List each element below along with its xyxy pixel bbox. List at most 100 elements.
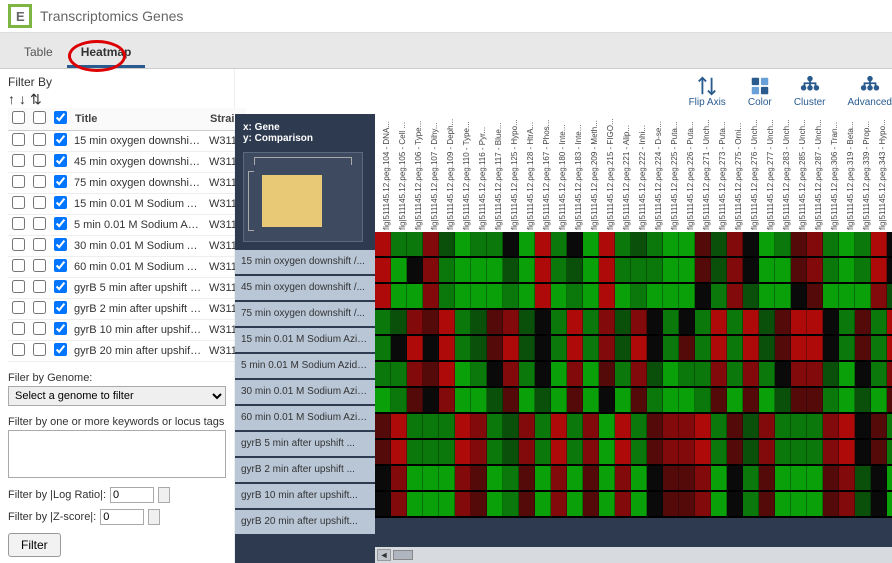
heatmap-cell[interactable] [647, 310, 663, 334]
heatmap-cell[interactable] [519, 492, 535, 516]
sort-down-icon[interactable]: ↓ [19, 91, 26, 108]
row-checkbox[interactable] [33, 217, 46, 230]
heatmap-cell[interactable] [551, 414, 567, 438]
heatmap-cell[interactable] [887, 310, 892, 334]
heatmap-cell[interactable] [727, 310, 743, 334]
heatmap-cell[interactable] [727, 388, 743, 412]
column-label[interactable]: fig|511145.12.peg.393 - Digu... [887, 216, 892, 232]
heatmap-cell[interactable] [519, 362, 535, 386]
heatmap-cell[interactable] [711, 258, 727, 282]
col1-checkbox[interactable] [12, 111, 25, 124]
row-checkbox[interactable] [12, 322, 25, 335]
heatmap-cell[interactable] [439, 414, 455, 438]
heatmap-cell[interactable] [807, 466, 823, 490]
heatmap-cell[interactable] [791, 440, 807, 464]
col3-checkbox[interactable] [54, 111, 67, 124]
heatmap-cell[interactable] [567, 440, 583, 464]
heatmap-cell[interactable] [679, 258, 695, 282]
heatmap-cell[interactable] [839, 414, 855, 438]
column-label[interactable]: fig|511145.12.peg.222 - Inhi... [631, 216, 647, 232]
scroll-thumb[interactable] [393, 550, 413, 560]
sort-swap-icon[interactable]: ⇅ [30, 91, 42, 108]
logratio-spinner[interactable] [158, 487, 170, 503]
heatmap-cell[interactable] [567, 466, 583, 490]
heatmap-cell[interactable] [695, 362, 711, 386]
heatmap-cell[interactable] [791, 310, 807, 334]
heatmap-cell[interactable] [887, 466, 892, 490]
heatmap-cell[interactable] [551, 466, 567, 490]
heatmap-cell[interactable] [423, 310, 439, 334]
row-checkbox[interactable] [54, 322, 67, 335]
heatmap-cell[interactable] [727, 414, 743, 438]
heatmap-cell[interactable] [503, 284, 519, 308]
heatmap-cell[interactable] [855, 492, 871, 516]
column-label[interactable]: fig|511145.12.peg.167 - Phos... [535, 216, 551, 232]
heatmap-cell[interactable] [615, 414, 631, 438]
heatmap-cell[interactable] [407, 492, 423, 516]
heatmap-cell[interactable] [535, 310, 551, 334]
heatmap-cell[interactable] [503, 232, 519, 256]
heatmap-cell[interactable] [455, 284, 471, 308]
heatmap-cell[interactable] [759, 440, 775, 464]
heatmap-cell[interactable] [727, 440, 743, 464]
heatmap-cell[interactable] [647, 440, 663, 464]
col2-checkbox[interactable] [33, 111, 46, 124]
row-label[interactable]: 60 min 0.01 M Sodium Azid... [235, 406, 375, 432]
heatmap-cell[interactable] [775, 388, 791, 412]
row-label[interactable]: gyrB 10 min after upshift... [235, 484, 375, 510]
heatmap-cell[interactable] [375, 258, 391, 282]
heatmap-cell[interactable] [663, 492, 679, 516]
heatmap-cell[interactable] [599, 414, 615, 438]
heatmap-cell[interactable] [791, 466, 807, 490]
heatmap-cell[interactable] [519, 336, 535, 360]
heatmap-cell[interactable] [807, 336, 823, 360]
heatmap-cell[interactable] [455, 492, 471, 516]
heatmap-cell[interactable] [455, 336, 471, 360]
heatmap-cell[interactable] [855, 310, 871, 334]
heatmap-cell[interactable] [519, 466, 535, 490]
heatmap-cell[interactable] [455, 232, 471, 256]
genome-select[interactable]: Select a genome to filter [8, 386, 226, 406]
column-label[interactable]: fig|511145.12.peg.117 - Blue... [487, 216, 503, 232]
heatmap-cell[interactable] [631, 466, 647, 490]
heatmap-cell[interactable] [647, 388, 663, 412]
heatmap-cell[interactable] [503, 414, 519, 438]
heatmap-cell[interactable] [759, 492, 775, 516]
heatmap-cell[interactable] [567, 284, 583, 308]
heatmap-cell[interactable] [519, 414, 535, 438]
heatmap-cell[interactable] [407, 388, 423, 412]
heatmap-cell[interactable] [519, 310, 535, 334]
column-label[interactable]: fig|511145.12.peg.180 - Inte... [551, 216, 567, 232]
heatmap-cell[interactable] [455, 414, 471, 438]
heatmap-cell[interactable] [599, 362, 615, 386]
advanced-button[interactable]: Advanced [848, 75, 892, 108]
heatmap-cell[interactable] [775, 310, 791, 334]
heatmap-cell[interactable] [423, 258, 439, 282]
heatmap-cell[interactable] [711, 388, 727, 412]
row-checkbox[interactable] [12, 343, 25, 356]
row-label[interactable]: gyrB 20 min after upshift... [235, 510, 375, 536]
heatmap-cell[interactable] [535, 232, 551, 256]
heatmap-cell[interactable] [887, 336, 892, 360]
heatmap-cell[interactable] [391, 232, 407, 256]
heatmap-cell[interactable] [455, 310, 471, 334]
heatmap-cell[interactable] [583, 440, 599, 464]
heatmap-cell[interactable] [599, 284, 615, 308]
heatmap-cell[interactable] [407, 258, 423, 282]
heatmap-cell[interactable] [615, 336, 631, 360]
heatmap-cell[interactable] [775, 336, 791, 360]
heatmap-cell[interactable] [567, 258, 583, 282]
heatmap-cell[interactable] [519, 440, 535, 464]
column-label[interactable]: fig|511145.12.peg.221 - Alip... [615, 216, 631, 232]
heatmap-cell[interactable] [551, 440, 567, 464]
heatmap-cell[interactable] [407, 362, 423, 386]
heatmap-cell[interactable] [551, 336, 567, 360]
column-label[interactable]: fig|511145.12.peg.276 - Unch... [743, 216, 759, 232]
heatmap-cell[interactable] [871, 284, 887, 308]
heatmap-cell[interactable] [391, 466, 407, 490]
heatmap-cell[interactable] [455, 258, 471, 282]
heatmap-cell[interactable] [887, 362, 892, 386]
column-label[interactable]: fig|511145.12.peg.226 - Puta... [679, 216, 695, 232]
heatmap-cell[interactable] [743, 492, 759, 516]
heatmap-cell[interactable] [407, 336, 423, 360]
